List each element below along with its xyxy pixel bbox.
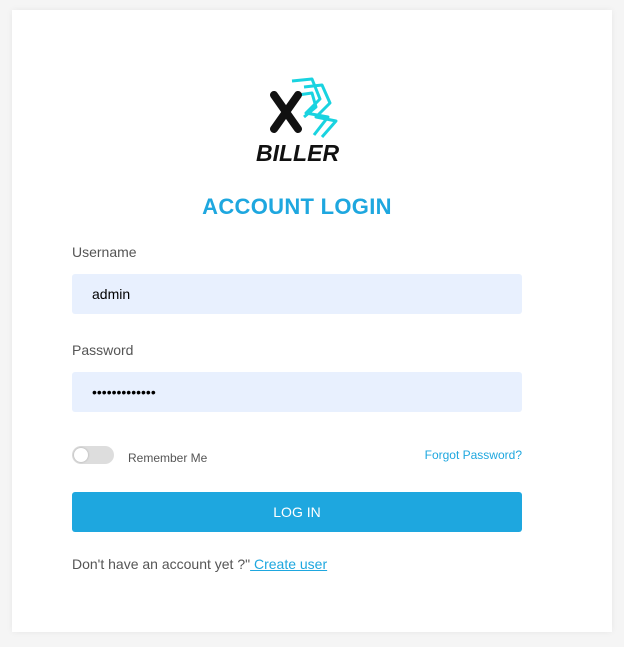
logo-text: BILLER bbox=[256, 140, 339, 166]
page-title: ACCOUNT LOGIN bbox=[202, 194, 392, 219]
remember-me-label: Remember Me bbox=[128, 451, 208, 465]
create-user-link[interactable]: Create user bbox=[250, 556, 327, 572]
password-input[interactable] bbox=[72, 372, 522, 412]
toggle-knob bbox=[74, 448, 88, 462]
login-card: BILLER ACCOUNT LOGIN Username Password R… bbox=[12, 10, 612, 632]
signup-prompt-text: Don't have an account yet ?" bbox=[72, 556, 251, 572]
username-input[interactable] bbox=[72, 274, 522, 314]
login-button[interactable]: LOG IN bbox=[72, 492, 522, 532]
signup-prompt: Don't have an account yet ?" Create user bbox=[72, 556, 327, 572]
forgot-password-link[interactable]: Forgot Password? bbox=[425, 448, 522, 462]
remember-me-toggle[interactable] bbox=[72, 446, 114, 464]
username-label: Username bbox=[72, 244, 137, 260]
xbiller-logo: BILLER bbox=[254, 77, 344, 167]
password-label: Password bbox=[72, 342, 134, 358]
